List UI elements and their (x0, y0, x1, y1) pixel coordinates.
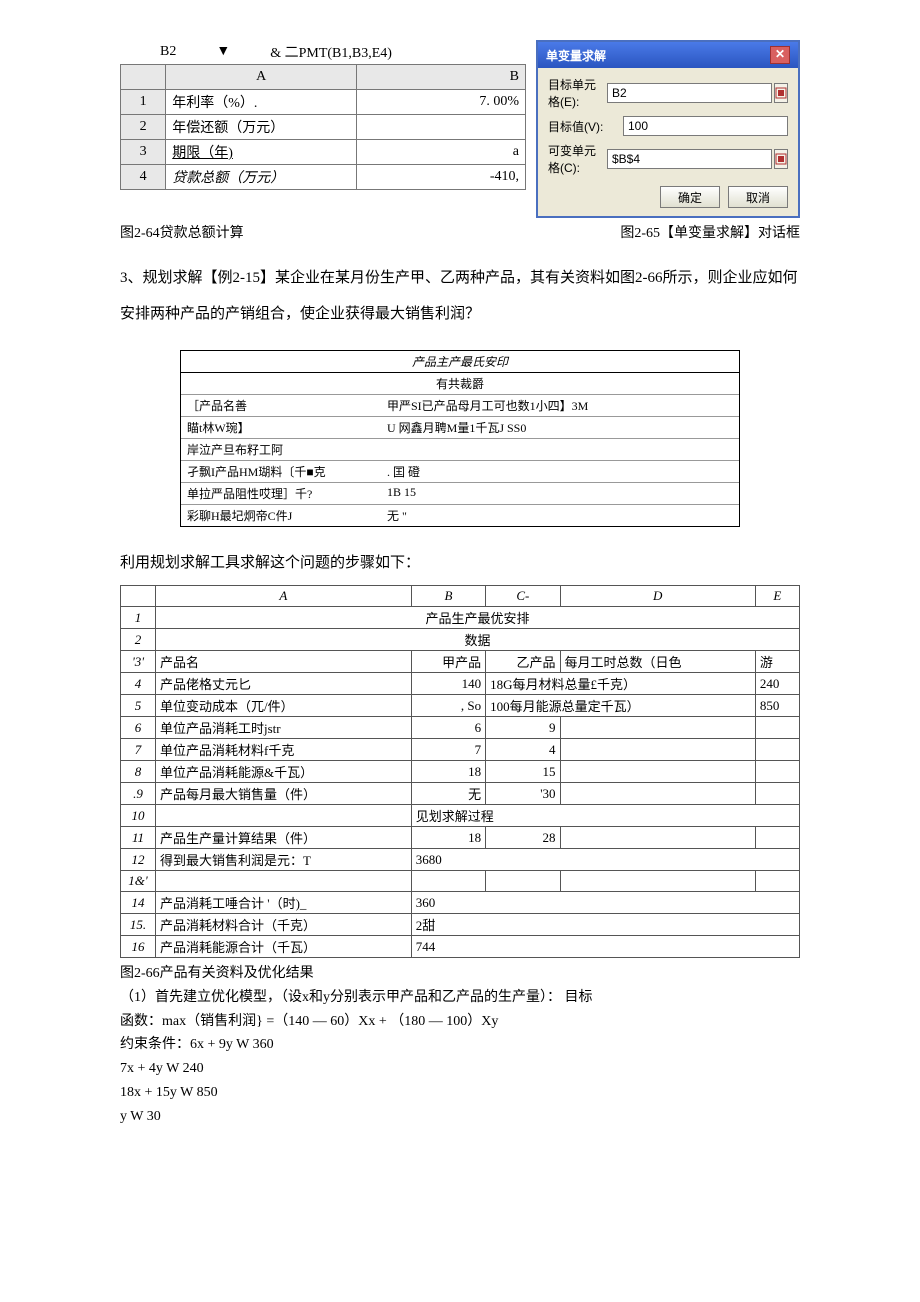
header-row: ABC-DE (121, 586, 800, 607)
dialog-title-text: 单变量求解 (546, 47, 606, 64)
col-header-b: B (357, 65, 526, 90)
col-header: D (560, 586, 755, 607)
range-picker-icon[interactable] (774, 83, 788, 103)
caption-2-65: 图2-65【单变量求解】对话框 (620, 222, 800, 242)
target-value-row: 目标值(V): (548, 116, 788, 136)
changing-cell-input[interactable] (607, 149, 772, 169)
target-cell-label: 目标单元格(E): (548, 76, 607, 110)
target-cell-row: 目标单元格(E): (548, 76, 788, 110)
table-row: 8单位产品消耗能源&千瓦）1815 (121, 761, 800, 783)
table-row: 1&' (121, 871, 800, 892)
caption-2-66: 图2-66产品有关资料及优化结果 (120, 962, 800, 986)
col-header: A (156, 586, 412, 607)
table-row: 16产品消耗能源合计（千瓦）744 (121, 936, 800, 958)
col-header: E (755, 586, 799, 607)
table-row: 2数据 (121, 629, 800, 651)
col-header: C- (486, 586, 560, 607)
ok-button[interactable]: 确定 (660, 186, 720, 208)
dialog-buttons: 确定 取消 (548, 182, 788, 208)
table-row: '3'产品名甲产品乙产品每月工时总数（日色游 (121, 651, 800, 673)
text-line: 18x + 15y W 850 (120, 1081, 800, 1105)
table-row: 14产品消耗工唾合计 '（时)_360 (121, 892, 800, 914)
spreadsheet1-wrapper: B2 ▼ & 二PMT(B1,B3,E4) A B 1 年利率（%）. 7. 0… (120, 40, 526, 190)
blurry-sub: 有共裁爵 (181, 373, 739, 394)
target-value-label: 目标值(V): (548, 118, 623, 135)
text-line: 函数：max（销售利润} =（140 — 60）Xx + （180 — 100）… (120, 1010, 800, 1034)
table-row: 11产品生产量计算结果（件）1828 (121, 827, 800, 849)
spreadsheet1: A B 1 年利率（%）. 7. 00% 2 年偿还额（万元） 3 期限（年) … (120, 64, 526, 190)
table-row: 2 年偿还额（万元） (121, 115, 526, 140)
active-cell-name: B2 (160, 44, 176, 60)
dialog-body: 目标单元格(E): 目标值(V): 可变单元格(C): 确定 取消 (538, 68, 798, 216)
dialog-titlebar: 单变量求解 ✕ (538, 42, 798, 68)
blurry-table: 产品主产最氏安印 有共裁爵 ［产品名善甲严SI已产品母月工可也数1小四】3M 瞄… (180, 350, 740, 527)
table-row: 15.产品消耗材料合计（千克）2甜 (121, 914, 800, 936)
formula-text: & 二PMT(B1,B3,E4) (270, 42, 392, 62)
cancel-button[interactable]: 取消 (728, 186, 788, 208)
text-line: （1）首先建立优化模型，（设x和y分别表示甲产品和乙产品的生产量）： 目标 (120, 986, 800, 1010)
detail-spreadsheet: ABC-DE 1产品生产最优安排2数据'3'产品名甲产品乙产品每月工时总数（日色… (120, 585, 800, 958)
text-line: 约束条件：6x + 9y W 360 (120, 1033, 800, 1057)
table-row: .9产品每月最大销售量（件）无'30 (121, 783, 800, 805)
target-cell-input[interactable] (607, 83, 772, 103)
table-row: 10见划求解过程 (121, 805, 800, 827)
target-value-input[interactable] (623, 116, 788, 136)
table-row: 4产品佬格丈元匕14018G每月材料总量£千克）240 (121, 673, 800, 695)
col-header-a: A (166, 65, 357, 90)
paragraph-example: 3、规划求解【例2-15】某企业在某月份生产甲、乙两种产品，其有关资料如图2-6… (120, 260, 800, 332)
top-section: B2 ▼ & 二PMT(B1,B3,E4) A B 1 年利率（%）. 7. 0… (120, 40, 800, 218)
changing-cell-row: 可变单元格(C): (548, 142, 788, 176)
text-line: 7x + 4y W 240 (120, 1057, 800, 1081)
close-icon[interactable]: ✕ (770, 46, 790, 64)
changing-cell-label: 可变单元格(C): (548, 142, 607, 176)
caption-2-64: 图2-64贷款总额计算 (120, 222, 244, 242)
paragraph-steps: 利用规划求解工具求解这个问题的步骤如下： (120, 545, 800, 581)
goal-seek-dialog: 单变量求解 ✕ 目标单元格(E): 目标值(V): 可变单元格(C): (536, 40, 800, 218)
corner-cell (121, 586, 156, 607)
range-picker-icon[interactable] (774, 149, 788, 169)
table-row: 6单位产品消耗工时jstr69 (121, 717, 800, 739)
table-row: 1 年利率（%）. 7. 00% (121, 90, 526, 115)
table-row: 4 贷款总额（万元） -410, (121, 165, 526, 190)
formula-bar: B2 ▼ & 二PMT(B1,B3,E4) (120, 40, 526, 64)
table-row: 7单位产品消耗材料f千克74 (121, 739, 800, 761)
dropdown-icon: ▼ (216, 44, 230, 60)
col-header: B (411, 586, 485, 607)
blurry-head: 产品主产最氏安印 (181, 351, 739, 373)
table-row: 12得到最大销售利润是元：T3680 (121, 849, 800, 871)
post-text: 图2-66产品有关资料及优化结果 （1）首先建立优化模型，（设x和y分别表示甲产… (120, 962, 800, 1129)
table-row: 5单位变动成本（兀/件）, So100每月能源总量定千瓦）850 (121, 695, 800, 717)
table-row: 1产品生产最优安排 (121, 607, 800, 629)
caption-row-1: 图2-64贷款总额计算 图2-65【单变量求解】对话框 (120, 222, 800, 242)
text-line: y W 30 (120, 1105, 800, 1129)
table-row: 3 期限（年) a (121, 140, 526, 165)
corner-cell (121, 65, 166, 90)
